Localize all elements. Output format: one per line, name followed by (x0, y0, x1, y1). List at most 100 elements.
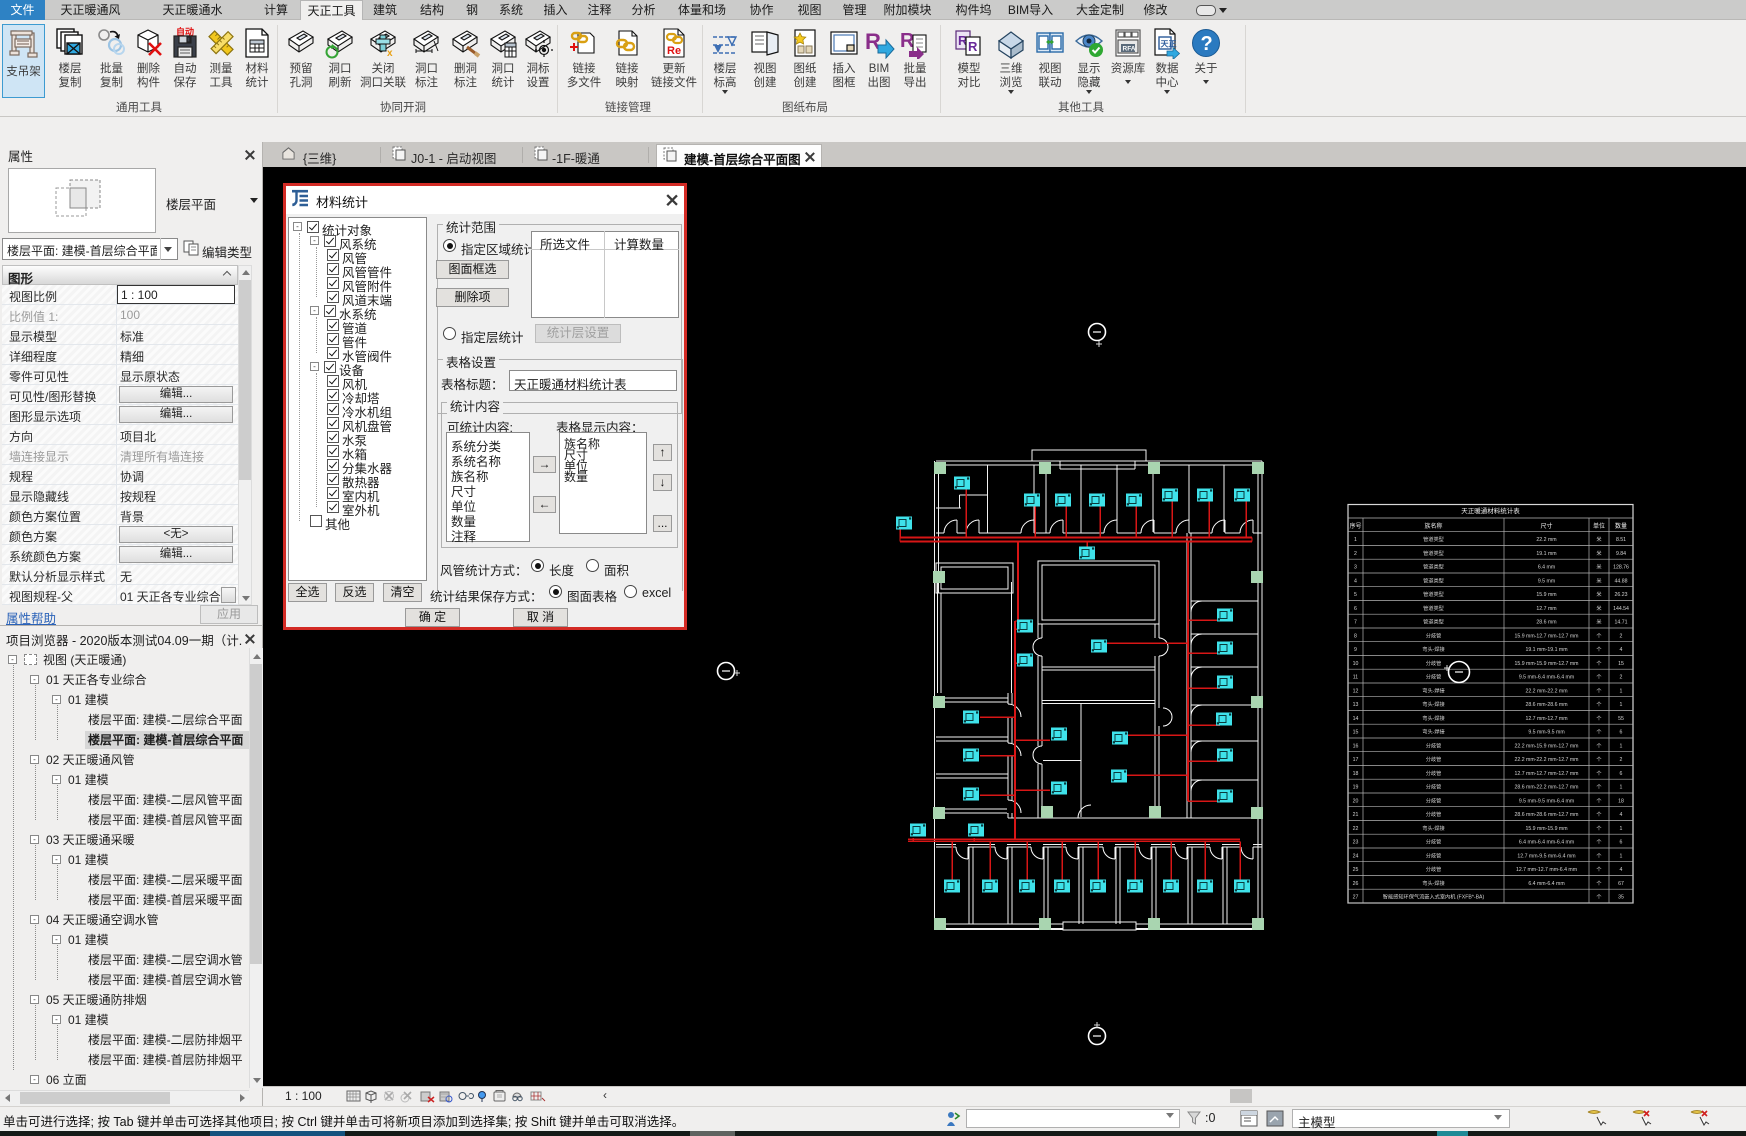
svg-text:28.6 mm-22.2 mm-12.7 mm: 28.6 mm-22.2 mm-12.7 mm (1515, 785, 1579, 791)
svg-text:个: 个 (1596, 797, 1602, 804)
svg-text:3: 3 (1354, 565, 1357, 571)
svg-text:分歧管: 分歧管 (1426, 865, 1442, 873)
svg-text:8: 8 (1354, 633, 1357, 639)
svg-text:弯头-焊接: 弯头-焊接 (1422, 824, 1444, 832)
svg-text:个: 个 (1596, 880, 1602, 887)
svg-text:6: 6 (1620, 730, 1623, 736)
svg-text:1: 1 (1620, 702, 1623, 708)
svg-text:米: 米 (1596, 590, 1602, 598)
svg-text:7: 7 (1354, 620, 1357, 626)
svg-text:22.2 mm: 22.2 mm (1536, 537, 1556, 543)
svg-text:17: 17 (1353, 757, 1359, 763)
svg-text:9.5 mm-9.5 mm-6.4 mm: 9.5 mm-9.5 mm-6.4 mm (1519, 798, 1574, 804)
svg-text:天正暖通材料统计表: 天正暖通材料统计表 (1461, 506, 1520, 515)
svg-text:米: 米 (1596, 563, 1602, 571)
svg-text:序号: 序号 (1349, 522, 1361, 530)
svg-text:弯头-焊接: 弯头-焊接 (1422, 645, 1444, 653)
svg-text:28.6 mm-28.6 mm-12.7 mm: 28.6 mm-28.6 mm-12.7 mm (1515, 812, 1579, 818)
svg-text:6.4 mm: 6.4 mm (1538, 565, 1555, 571)
svg-text:15: 15 (1353, 730, 1359, 736)
svg-text:个: 个 (1596, 687, 1602, 694)
svg-text:12.7 mm-12.7 mm-6.4 mm: 12.7 mm-12.7 mm-6.4 mm (1516, 867, 1577, 873)
svg-text:144.54: 144.54 (1613, 606, 1629, 612)
svg-text:9.5 mm-6.4 mm-6.4 mm: 9.5 mm-6.4 mm-6.4 mm (1519, 675, 1574, 681)
svg-text:6: 6 (1620, 840, 1623, 846)
svg-text:4: 4 (1620, 867, 1623, 873)
svg-text:44.88: 44.88 (1615, 578, 1628, 584)
svg-text:个: 个 (1596, 811, 1602, 818)
svg-text:管道类型: 管道类型 (1423, 563, 1444, 571)
svg-text:分歧管: 分歧管 (1426, 796, 1442, 804)
svg-text:分歧管: 分歧管 (1426, 673, 1442, 681)
svg-text:26.23: 26.23 (1615, 592, 1628, 598)
svg-text:15.9 mm-15.9 mm-12.7 mm: 15.9 mm-15.9 mm-12.7 mm (1515, 661, 1579, 667)
svg-text:9.5 mm: 9.5 mm (1538, 578, 1555, 584)
svg-text:米: 米 (1596, 618, 1602, 626)
svg-text:?: ? (1201, 33, 1213, 55)
svg-text:12.7 mm-12.7 mm: 12.7 mm-12.7 mm (1525, 716, 1567, 722)
svg-text:14.71: 14.71 (1615, 620, 1628, 626)
svg-text:18: 18 (1618, 798, 1624, 804)
svg-text:弯头-焊接: 弯头-焊接 (1422, 700, 1444, 708)
svg-text:个: 个 (1596, 825, 1602, 832)
svg-text:个: 个 (1596, 729, 1602, 736)
svg-text:15.9 mm-12.7 mm-12.7 mm: 15.9 mm-12.7 mm-12.7 mm (1515, 633, 1579, 639)
svg-text:分歧管: 分歧管 (1426, 783, 1442, 791)
svg-text:米: 米 (1596, 576, 1602, 584)
svg-text:6.4 mm-6.4 mm-6.4 mm: 6.4 mm-6.4 mm-6.4 mm (1519, 840, 1574, 846)
svg-text:12.7 mm: 12.7 mm (1536, 606, 1556, 612)
svg-text:R: R (968, 39, 978, 54)
svg-text:尺寸: 尺寸 (1540, 522, 1552, 530)
svg-text:弯头-焊接: 弯头-焊接 (1422, 879, 1444, 887)
svg-text:9.5 mm-9.5 mm: 9.5 mm-9.5 mm (1528, 730, 1564, 736)
svg-text:1: 1 (1620, 853, 1623, 859)
svg-text:管道类型: 管道类型 (1423, 618, 1444, 626)
svg-text:19.1 mm: 19.1 mm (1536, 551, 1556, 557)
svg-text:数量: 数量 (1615, 522, 1627, 530)
svg-text:6: 6 (1620, 771, 1623, 777)
svg-text:9: 9 (1354, 647, 1357, 653)
svg-text:弯头-焊接: 弯头-焊接 (1422, 686, 1444, 694)
svg-text:18: 18 (1353, 771, 1359, 777)
svg-text:4: 4 (1354, 578, 1357, 584)
svg-text:13: 13 (1353, 702, 1359, 708)
svg-text:12.7 mm-12.7 mm-12.7 mm: 12.7 mm-12.7 mm-12.7 mm (1515, 771, 1579, 777)
svg-text:族名称: 族名称 (1424, 522, 1442, 530)
svg-text:28.6 mm: 28.6 mm (1536, 620, 1556, 626)
svg-text:15.9 mm-15.9 mm: 15.9 mm-15.9 mm (1525, 826, 1567, 832)
svg-text:4: 4 (1620, 812, 1623, 818)
svg-text:智能感知环保气流嵌入式室内机 (FXFB*-BA): 智能感知环保气流嵌入式室内机 (FXFB*-BA) (1383, 893, 1485, 901)
svg-text:35: 35 (1618, 895, 1624, 901)
svg-text:1: 1 (1620, 785, 1623, 791)
svg-text:Re: Re (667, 45, 681, 57)
svg-text:个: 个 (1596, 660, 1602, 667)
svg-text:22: 22 (1353, 826, 1359, 832)
svg-text:分歧管: 分歧管 (1426, 631, 1442, 639)
svg-text:12.7 mm-9.5 mm-6.4 mm: 12.7 mm-9.5 mm-6.4 mm (1517, 853, 1575, 859)
svg-text:1: 1 (1620, 688, 1623, 694)
svg-text:24: 24 (1353, 853, 1359, 859)
svg-text:15: 15 (1618, 661, 1624, 667)
svg-text:22.2 mm-22.2 mm-12.7 mm: 22.2 mm-22.2 mm-12.7 mm (1515, 757, 1579, 763)
svg-text:22.2 mm-22.2 mm: 22.2 mm-22.2 mm (1525, 688, 1567, 694)
svg-text:27: 27 (1353, 895, 1359, 901)
svg-text:14: 14 (1353, 716, 1359, 722)
svg-text:管道类型: 管道类型 (1423, 549, 1444, 557)
svg-text:个: 个 (1596, 701, 1602, 708)
svg-text:28.6 mm-28.6 mm: 28.6 mm-28.6 mm (1525, 702, 1567, 708)
svg-text:管道类型: 管道类型 (1423, 590, 1444, 598)
svg-text:个: 个 (1596, 839, 1602, 846)
svg-text:天正: 天正 (1161, 40, 1177, 49)
svg-text:个: 个 (1596, 632, 1602, 639)
svg-text:个: 个 (1596, 742, 1602, 749)
svg-text:67: 67 (1618, 881, 1624, 887)
svg-text:4: 4 (1620, 647, 1623, 653)
svg-text:管道类型: 管道类型 (1423, 535, 1444, 543)
svg-text:6.4 mm-6.4 mm: 6.4 mm-6.4 mm (1528, 881, 1564, 887)
svg-text:16: 16 (1353, 743, 1359, 749)
svg-text:21: 21 (1353, 812, 1359, 818)
svg-text:25: 25 (1353, 867, 1359, 873)
svg-text:2: 2 (1620, 757, 1623, 763)
svg-text:个: 个 (1596, 852, 1602, 859)
svg-text:个: 个 (1596, 866, 1602, 873)
